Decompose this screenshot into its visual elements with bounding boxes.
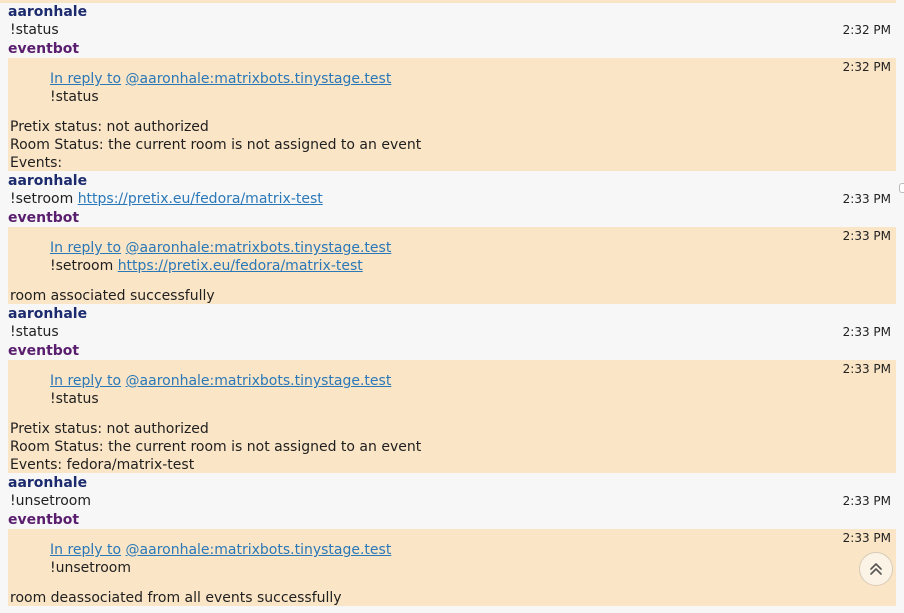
quoted-text: !unsetroom [50, 560, 131, 576]
message-timestamp: 2:32 PM [842, 23, 891, 37]
message-text: !status [10, 324, 59, 340]
bot-message: 2:33 PM In reply to @aaronhale:matrixbot… [8, 227, 896, 304]
user-message: aaronhale !status 2:33 PM [0, 304, 896, 342]
double-chevron-up-icon [870, 563, 882, 575]
reply-user-link[interactable]: @aaronhale:matrixbots.tinystage.test [126, 542, 392, 558]
message-text: !setroom https://pretix.eu/fedora/matrix… [10, 190, 323, 208]
message-timestamp: 2:33 PM [842, 229, 891, 243]
message-line: Room Status: the current room is not ass… [10, 439, 422, 455]
reply-link[interactable]: In reply to [50, 240, 121, 256]
user-message: aaronhale !status 2:32 PM [0, 3, 896, 41]
sender-name[interactable]: aaronhale [8, 474, 87, 492]
reply-user-link[interactable]: @aaronhale:matrixbots.tinystage.test [126, 373, 392, 389]
reply-link[interactable]: In reply to [50, 71, 121, 87]
event-url-link[interactable]: https://pretix.eu/fedora/matrix-test [78, 191, 323, 207]
reply-header: In reply to @aaronhale:matrixbots.tinyst… [50, 541, 391, 559]
reply-header: In reply to @aaronhale:matrixbots.tinyst… [50, 372, 391, 390]
message-text: !status [10, 22, 59, 38]
message-timestamp: 2:33 PM [842, 362, 891, 376]
reply-header: In reply to @aaronhale:matrixbots.tinyst… [50, 239, 391, 257]
user-message: aaronhale !unsetroom 2:33 PM [0, 473, 896, 511]
reply-link[interactable]: In reply to [50, 373, 121, 389]
bot-message: 2:33 PM In reply to @aaronhale:matrixbot… [8, 529, 896, 606]
sender-name[interactable]: eventbot [8, 511, 79, 529]
message-line: Pretix status: not authorized [10, 421, 209, 437]
bot-message: 2:33 PM In reply to @aaronhale:matrixbot… [8, 360, 896, 473]
sender-name[interactable]: eventbot [8, 342, 79, 360]
sender-name[interactable]: eventbot [8, 209, 79, 227]
message-timestamp: 2:33 PM [842, 192, 891, 206]
scroll-to-top-button[interactable] [859, 552, 893, 586]
side-panel-handle[interactable] [899, 183, 904, 193]
reply-user-link[interactable]: @aaronhale:matrixbots.tinystage.test [126, 240, 392, 256]
message-line: room deassociated from all events succes… [10, 590, 342, 606]
message-text: !unsetroom [10, 493, 91, 509]
sender-name[interactable]: aaronhale [8, 305, 87, 323]
message-timestamp: 2:33 PM [842, 494, 891, 508]
message-line: Pretix status: not authorized [10, 119, 209, 135]
bot-message: 2:32 PM In reply to @aaronhale:matrixbot… [8, 58, 896, 171]
sender-name[interactable]: aaronhale [8, 172, 87, 190]
reply-link[interactable]: In reply to [50, 542, 121, 558]
message-line: Room Status: the current room is not ass… [10, 137, 422, 153]
command-text: !setroom [10, 191, 74, 207]
message-line: room associated successfully [10, 288, 215, 304]
reply-user-link[interactable]: @aaronhale:matrixbots.tinystage.test [126, 71, 392, 87]
message-timestamp: 2:33 PM [842, 531, 891, 545]
message-timestamp: 2:32 PM [842, 60, 891, 74]
quoted-text: !setroom https://pretix.eu/fedora/matrix… [50, 257, 363, 275]
quoted-text: !status [50, 391, 99, 407]
sender-name[interactable]: eventbot [8, 40, 79, 58]
message-line: Events: [10, 155, 63, 171]
reply-header: In reply to @aaronhale:matrixbots.tinyst… [50, 70, 391, 88]
sender-name[interactable]: aaronhale [8, 3, 87, 21]
quoted-command: !setroom [50, 258, 114, 274]
quoted-event-url-link[interactable]: https://pretix.eu/fedora/matrix-test [118, 258, 363, 274]
quoted-text: !status [50, 89, 99, 105]
message-timestamp: 2:33 PM [842, 325, 891, 339]
message-line: Events: fedora/matrix-test [10, 457, 195, 473]
user-message: aaronhale !setroom https://pretix.eu/fed… [0, 171, 896, 209]
